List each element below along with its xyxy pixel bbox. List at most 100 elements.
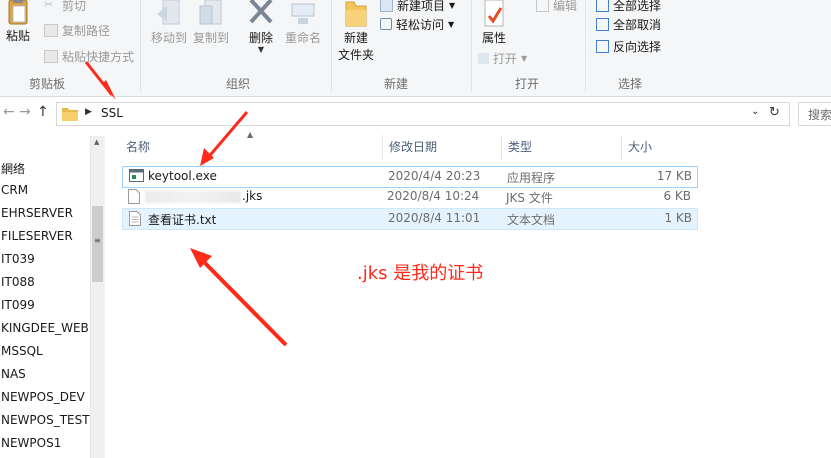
- file-size: 6 KB: [663, 189, 691, 203]
- new-item-button[interactable]: 新建项目 ▼: [380, 0, 455, 14]
- nav-scrollbar[interactable]: ▲ ≡: [90, 136, 105, 458]
- column-header-row: 名称 修改日期 类型 大小: [120, 135, 700, 160]
- new-item-icon: [380, 0, 393, 12]
- nav-item-it039[interactable]: IT039: [1, 252, 35, 266]
- copy-path-button[interactable]: 复制路径: [44, 21, 110, 39]
- navigation-pane: 網络 CRM EHRSERVER FILESERVER IT039 IT088 …: [0, 130, 90, 458]
- nav-item-newpos-dev[interactable]: NEWPOS_DEV: [1, 390, 85, 404]
- back-icon[interactable]: ←: [3, 104, 15, 120]
- file-type: 应用程序: [507, 171, 556, 185]
- file-row[interactable]: keytool.exe 2020/4/4 20:23 应用程序 17 KB: [122, 166, 698, 188]
- group-divider: [471, 0, 472, 92]
- redacted-filename: [145, 191, 241, 203]
- nav-item-it088[interactable]: IT088: [1, 275, 35, 289]
- up-icon[interactable]: ↑: [37, 104, 49, 120]
- nav-item-crm[interactable]: CRM: [1, 183, 28, 197]
- select-all-button[interactable]: 全部选择: [596, 0, 661, 14]
- paste-button[interactable]: 粘贴: [2, 0, 34, 44]
- nav-item-network[interactable]: 網络: [1, 160, 25, 177]
- properties-icon: [484, 0, 504, 27]
- scroll-up-icon[interactable]: ▲: [94, 138, 99, 146]
- nav-item-ehrserver[interactable]: EHRSERVER: [1, 206, 73, 220]
- clipboard-group-label: 剪贴板: [29, 77, 66, 91]
- group-divider: [140, 0, 141, 92]
- nav-item-kingdee-web[interactable]: KINGDEE_WEB: [1, 321, 89, 335]
- file-name: keytool.exe: [148, 169, 217, 183]
- open-group-label: 打开: [515, 77, 540, 91]
- open-icon: [478, 52, 489, 64]
- select-group-label: 选择: [618, 77, 643, 91]
- scroll-thumb[interactable]: ≡: [92, 206, 103, 282]
- nav-item-newpos1[interactable]: NEWPOS1: [1, 436, 61, 450]
- refresh-icon[interactable]: ↻: [769, 105, 780, 120]
- chevron-down-icon: ▼: [449, 0, 456, 10]
- properties-button[interactable]: 属性: [476, 0, 512, 46]
- file-list: ▲ 名称 修改日期 类型 大小 keytool.exe 2020/4/4 20:…: [105, 130, 831, 458]
- ribbon: 粘贴 ✂ 剪切 复制路径 粘贴快捷方式 剪贴板 移动到 复制到 删除 ▼ 重命名…: [0, 0, 831, 97]
- file-size: 1 KB: [664, 211, 692, 225]
- file-date: 2020/4/4 20:23: [388, 169, 481, 183]
- delete-x-icon: [249, 0, 273, 24]
- new-folder-icon: [345, 1, 367, 27]
- annotation-text: .jks 是我的证书: [357, 263, 484, 284]
- file-size: 17 KB: [656, 169, 692, 183]
- new-folder-button[interactable]: 新建 文件夹: [336, 0, 376, 64]
- rename-button[interactable]: 重命名: [283, 0, 323, 46]
- scissors-icon: ✂: [44, 0, 54, 11]
- new-group-label: 新建: [384, 77, 409, 91]
- address-row: ← → ↑ ▶ SSL ⌄ ↻ 搜索: [0, 97, 831, 129]
- group-divider: [585, 0, 586, 92]
- invert-selection-icon: [596, 39, 609, 53]
- nav-item-nas[interactable]: NAS: [1, 367, 26, 381]
- group-divider: [331, 0, 332, 92]
- move-to-button[interactable]: 移动到: [149, 0, 189, 46]
- exe-icon: [129, 169, 144, 182]
- nav-item-it099[interactable]: IT099: [1, 298, 35, 312]
- nav-item-mssql[interactable]: MSSQL: [1, 344, 43, 358]
- forward-icon[interactable]: →: [19, 104, 31, 120]
- delete-button[interactable]: 删除 ▼: [243, 0, 279, 54]
- paste-shortcut-button[interactable]: 粘贴快捷方式: [44, 47, 134, 65]
- copy-to-icon: [199, 0, 222, 25]
- file-date: 2020/8/4 11:01: [388, 211, 481, 225]
- file-name: .jks: [242, 189, 263, 203]
- select-none-icon: [596, 17, 609, 31]
- grip-icon: ≡: [94, 236, 101, 245]
- file-type: JKS 文件: [506, 191, 553, 205]
- invert-selection-button[interactable]: 反向选择: [596, 37, 661, 55]
- chevron-down-icon: ▼: [448, 19, 455, 29]
- column-header-type[interactable]: 类型: [502, 135, 622, 160]
- nav-item-fileserver[interactable]: FILESERVER: [1, 229, 73, 243]
- breadcrumb-ssl[interactable]: SSL: [101, 106, 123, 120]
- breadcrumb-separator-icon: ▶: [85, 107, 92, 117]
- file-icon: [128, 189, 140, 204]
- copy-to-button[interactable]: 复制到: [191, 0, 231, 46]
- easy-access-icon: [380, 18, 392, 30]
- cut-button[interactable]: ✂ 剪切: [44, 0, 86, 14]
- edit-button[interactable]: 编辑: [536, 0, 577, 14]
- folder-icon: [62, 108, 78, 121]
- address-bar[interactable]: ▶ SSL ⌄ ↻: [56, 102, 790, 126]
- file-row[interactable]: 查看证书.txt 2020/8/4 11:01 文本文档 1 KB: [122, 208, 698, 230]
- column-header-date[interactable]: 修改日期: [383, 135, 502, 160]
- column-header-size[interactable]: 大小: [622, 135, 700, 160]
- organize-group-label: 组织: [226, 77, 251, 91]
- chevron-down-icon: ▼: [257, 45, 265, 54]
- easy-access-button[interactable]: 轻松访问 ▼: [380, 15, 454, 33]
- chevron-down-icon: ▼: [521, 53, 528, 63]
- nav-item-newpos-test[interactable]: NEWPOS_TEST: [1, 413, 90, 427]
- column-header-name[interactable]: 名称: [120, 135, 383, 160]
- text-file-icon: [129, 211, 141, 226]
- search-input[interactable]: 搜索: [798, 102, 831, 126]
- select-none-button[interactable]: 全部取消: [596, 15, 661, 33]
- rename-icon: [291, 3, 315, 24]
- file-name: 查看证书.txt: [148, 213, 217, 227]
- open-button[interactable]: 打开 ▼: [478, 49, 527, 67]
- copy-path-icon: [44, 23, 58, 37]
- move-to-icon: [157, 0, 180, 25]
- address-dropdown-icon[interactable]: ⌄: [751, 106, 759, 117]
- file-row[interactable]: .jks 2020/8/4 10:24 JKS 文件 6 KB: [122, 187, 696, 207]
- select-all-icon: [596, 0, 609, 12]
- edit-icon: [536, 0, 549, 12]
- file-type: 文本文档: [507, 213, 556, 227]
